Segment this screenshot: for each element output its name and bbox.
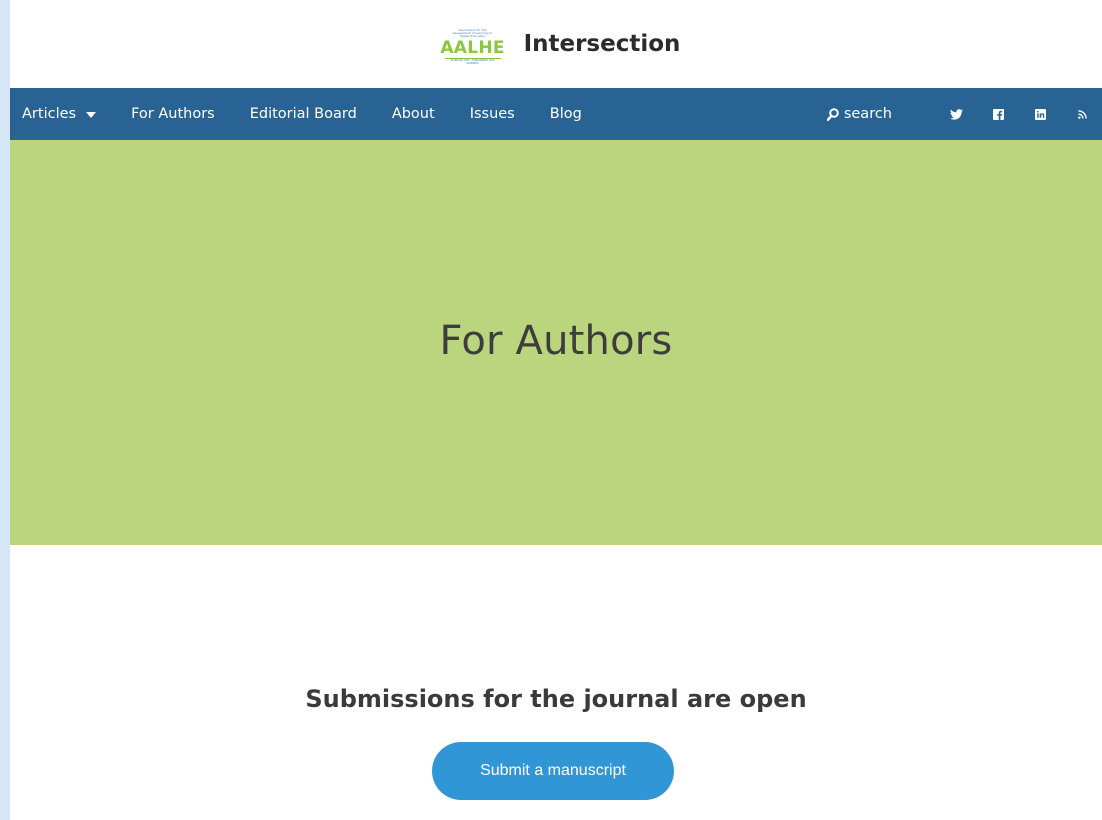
caret-down-icon xyxy=(86,111,97,118)
facebook-icon[interactable] xyxy=(990,106,1006,122)
nav-menu: Articles For Authors Editorial Board Abo… xyxy=(22,88,617,140)
main-nav: Articles For Authors Editorial Board Abo… xyxy=(10,88,1102,140)
nav-item-articles[interactable]: Articles xyxy=(22,88,97,140)
site-header: Association for the Assessment of Learni… xyxy=(10,0,1102,88)
page-title: For Authors xyxy=(439,317,673,364)
submissions-heading: Submissions for the journal are open xyxy=(305,685,807,713)
nav-item-editorial-board[interactable]: Editorial Board xyxy=(250,88,357,140)
twitter-icon[interactable] xyxy=(948,106,964,122)
nav-item-about[interactable]: About xyxy=(392,88,435,140)
brand[interactable]: Association for the Assessment of Learni… xyxy=(440,28,681,64)
site-title[interactable]: Intersection xyxy=(524,31,681,57)
page: Association for the Assessment of Learni… xyxy=(10,0,1102,820)
nav-item-label: Articles xyxy=(22,106,77,122)
nav-utilities: search xyxy=(826,88,1090,140)
hero-banner: For Authors xyxy=(10,140,1102,545)
logo-wordmark: AALHE xyxy=(440,37,505,58)
rss-icon[interactable] xyxy=(1074,106,1090,122)
aalhe-logo[interactable]: Association for the Assessment of Learni… xyxy=(440,28,505,64)
main-content: Submissions for the journal are open Sub… xyxy=(10,545,1102,820)
search-link[interactable]: search xyxy=(826,88,892,140)
linkedin-icon[interactable] xyxy=(1032,106,1048,122)
nav-item-for-authors[interactable]: For Authors xyxy=(131,88,215,140)
submit-manuscript-button[interactable]: Submit a manuscript xyxy=(432,742,674,800)
search-icon xyxy=(826,107,839,121)
nav-item-blog[interactable]: Blog xyxy=(550,88,582,140)
nav-item-issues[interactable]: Issues xyxy=(470,88,515,140)
search-label: search xyxy=(843,106,892,122)
logo-tagline: INTERSECTION · ASSESSMENT FOR LEARNING xyxy=(444,57,501,65)
